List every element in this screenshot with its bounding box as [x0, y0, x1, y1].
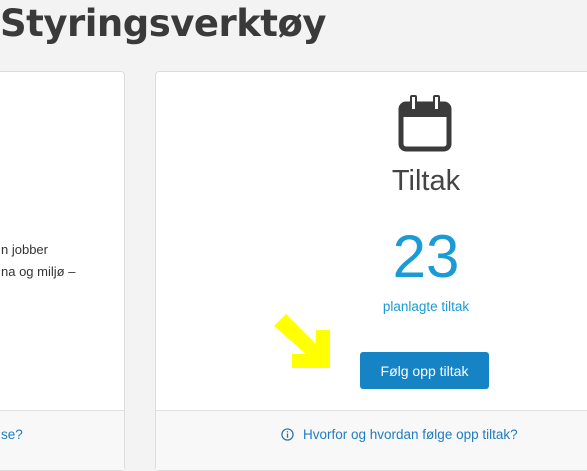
planned-measures-label: planlagte tiltak	[382, 299, 470, 314]
left-card: n jobber na og miljø – se?	[0, 71, 125, 471]
tiltak-heading: Tiltak	[391, 165, 461, 197]
tiltak-card: Tiltak 23 planlagte tiltak Følg opp tilt…	[155, 71, 587, 471]
info-icon	[281, 428, 294, 441]
left-card-body-text: n jobber na og miljø –	[1, 239, 125, 283]
left-card-footer-link[interactable]: se?	[1, 427, 23, 442]
left-card-body-line: n jobber	[1, 242, 48, 257]
tiltak-card-footer: Hvorfor og hvordan følge opp tiltak?	[156, 410, 587, 470]
why-how-follow-up-link[interactable]: Hvorfor og hvordan følge opp tiltak?	[281, 427, 518, 442]
page-title: Styringsverktøy	[0, 2, 327, 45]
left-card-body-line: na og miljø –	[1, 264, 76, 279]
calendar-icon	[398, 95, 452, 152]
follow-up-measures-button[interactable]: Følg opp tiltak	[360, 352, 489, 389]
planned-measures-count: 23	[392, 223, 460, 290]
left-card-footer: se?	[0, 410, 124, 470]
why-how-follow-up-link-label: Hvorfor og hvordan følge opp tiltak?	[303, 427, 518, 442]
yellow-arrow-pointer-icon	[274, 314, 330, 368]
